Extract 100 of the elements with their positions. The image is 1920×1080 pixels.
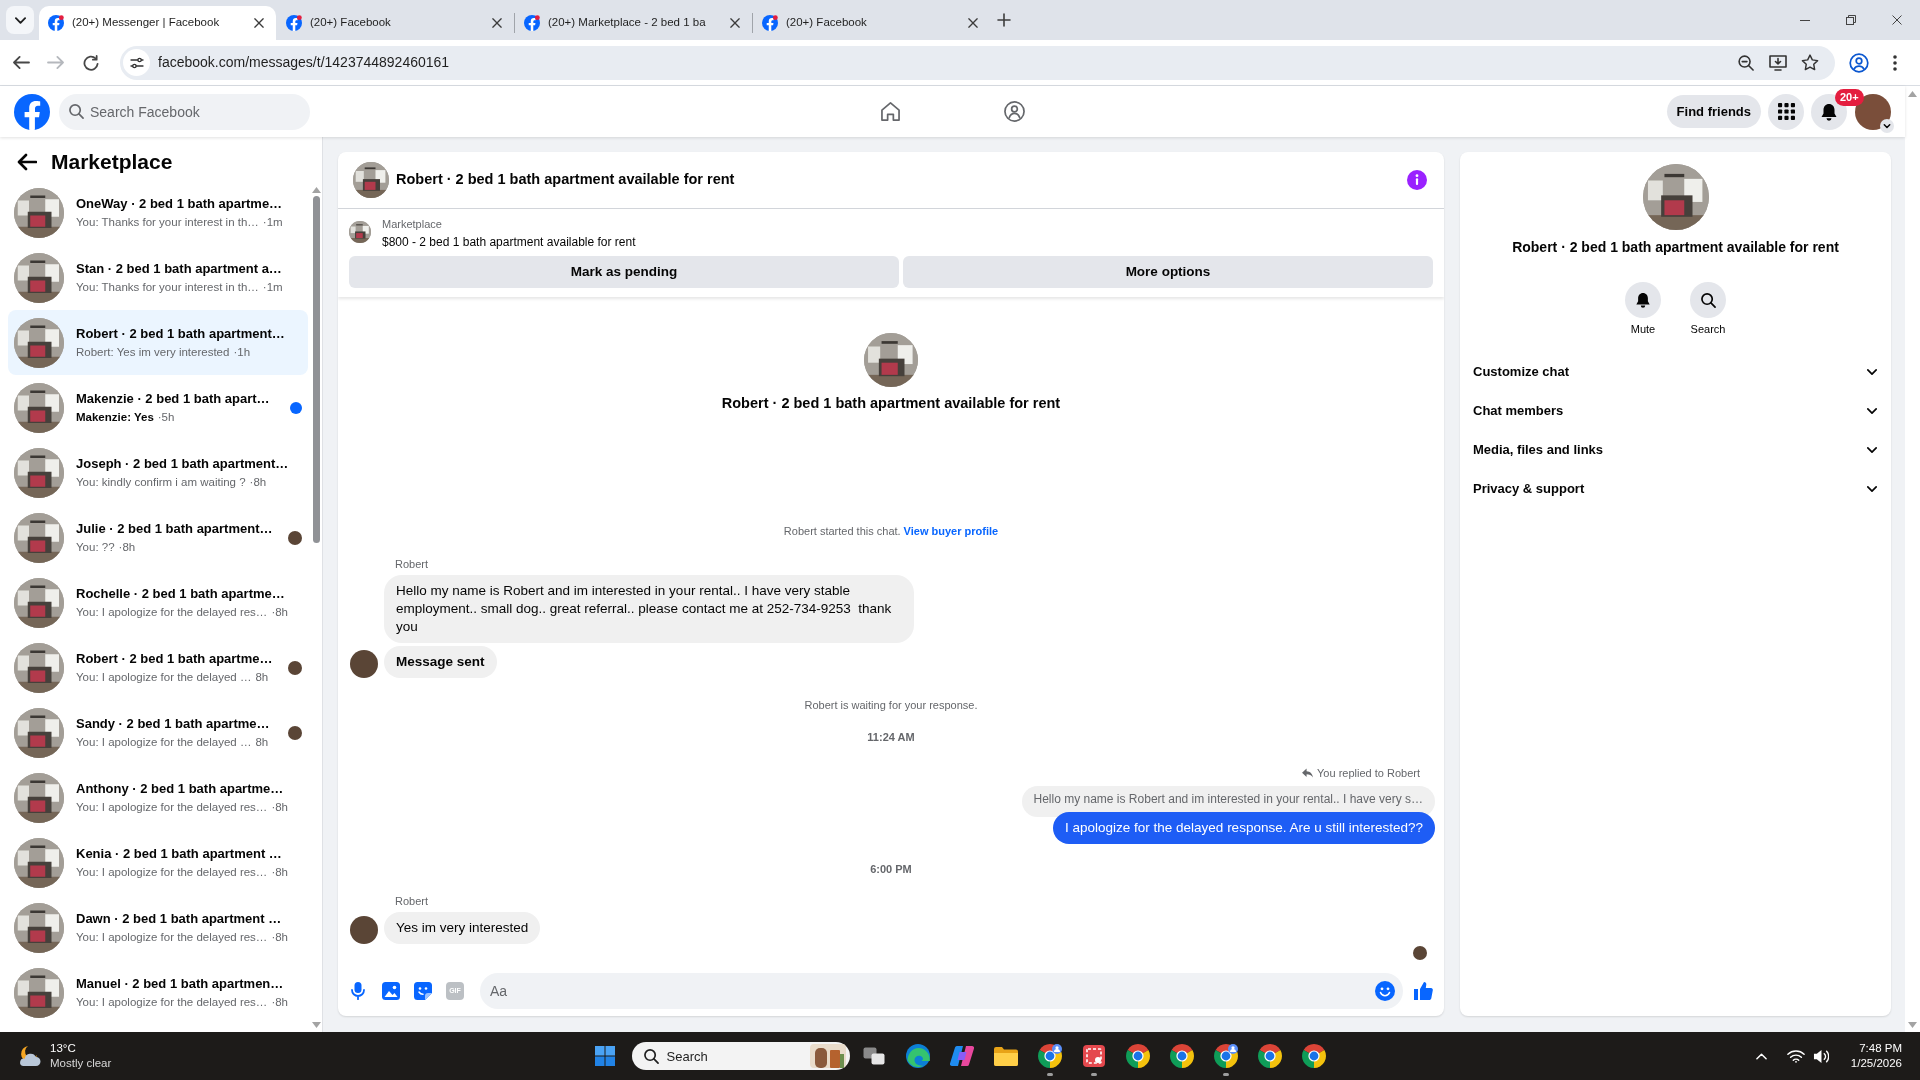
message-preview: You: ?? [76,540,115,555]
find-friends-button[interactable]: Find friends [1666,95,1761,128]
close-icon[interactable] [968,18,978,28]
folder-icon[interactable] [993,1046,1018,1066]
home-icon[interactable] [881,102,900,121]
message-time: 8h [255,735,269,750]
zoom-out-icon[interactable] [1738,54,1754,71]
weather-temperature: 13°C [50,1041,77,1056]
clock-time[interactable]: 7:48 PM [1859,1041,1902,1056]
info-icon[interactable] [1407,170,1427,190]
clock-date[interactable]: 1/25/2026 [1850,1056,1902,1071]
listing-source: Marketplace [382,217,443,231]
message-preview: You: kindly confirm i am waiting ? [76,475,246,490]
site-info-button[interactable] [123,49,150,76]
copilot-icon[interactable] [949,1045,974,1067]
browser-tab[interactable]: (20+) Facebook [277,6,514,40]
message-preview: You: Thanks for your interest in th… [76,280,259,295]
logo-icon[interactable] [14,93,50,130]
message-time: ·8h [249,475,267,490]
task-view-icon[interactable] [862,1047,885,1065]
profile-icon[interactable] [1849,52,1869,73]
wifi-icon[interactable] [1786,1049,1805,1063]
edge-icon[interactable] [905,1044,930,1068]
listing-action-button[interactable]: Mark as pending [349,256,899,288]
scrollbar-thumb[interactable] [312,196,320,543]
thumbs-up-icon[interactable] [1413,980,1433,1001]
chat-title: Robert · 2 bed 1 bath apartment available for rent [396,170,735,190]
chrome-icon[interactable] [1257,1044,1282,1068]
browser-tab[interactable]: (20+) Messenger | Facebook [39,6,276,40]
message-input[interactable]: Aa [480,972,1403,1009]
back-arrow-icon[interactable] [13,55,30,70]
close-icon[interactable] [254,18,264,28]
tray-caret-icon[interactable] [1755,1052,1767,1060]
message-timestamp: 11:24 AM [867,730,915,744]
microphone-icon[interactable] [351,981,365,1000]
listing-photo [353,162,389,198]
details-section-item[interactable]: Media, files and links [1460,430,1891,469]
message-timestamp: 6:00 PM [870,862,912,876]
menu-button[interactable] [1768,93,1804,130]
message-time: ·8h [271,865,288,880]
chrome-icon[interactable] [1125,1044,1150,1068]
details-section-item[interactable]: Customize chat [1460,352,1891,391]
search-highlight-icon [809,1044,846,1068]
browser-tab[interactable]: (20+) Facebook [753,6,990,40]
message-time: ·1m [262,215,283,230]
moon-cloud-icon[interactable] [17,1045,41,1067]
install-app-icon[interactable] [1769,54,1787,71]
minimize-icon[interactable] [1800,19,1810,21]
message-preview: You: I apologize for the delayed … [76,735,252,750]
listing-photo [14,187,64,238]
view-buyer-profile-link[interactable]: View buyer profile [903,525,999,537]
details-section-item[interactable]: Privacy & support [1460,469,1891,508]
close-icon[interactable] [730,18,740,28]
conversation-item[interactable]: Robert · 2 bed 1 bath apartment… Robert: Yes im very interested ·1h [8,310,308,375]
image-icon[interactable] [382,981,400,1000]
conversation-title: Julie · 2 bed 1 bath apartment… [76,520,274,538]
message-preview: Makenzie: Yes [76,410,154,425]
close-icon[interactable] [1892,15,1902,25]
more-options-icon[interactable] [1893,54,1897,71]
chrome-icon[interactable] [1213,1044,1238,1068]
message-preview: You: I apologize for the delayed … [76,670,252,685]
message-time: 8h [255,670,269,685]
bookmark-star-icon[interactable] [1801,54,1819,71]
sender-name: Robert [395,894,429,909]
listing-photo [14,642,64,693]
message-time: ·1m [262,280,283,295]
sticker-icon[interactable] [414,981,432,1000]
browser-tab[interactable]: (20+) Marketplace - 2 bed 1 ba [515,6,752,40]
chrome-icon[interactable] [1301,1044,1326,1068]
chrome-icon[interactable] [1169,1044,1194,1068]
new-tab-plus-icon[interactable] [997,13,1011,27]
chrome-icon[interactable] [1037,1044,1062,1068]
listing-action-button[interactable]: More options [903,256,1433,288]
listing-title: $800 - 2 bed 1 bath apartment available for rent [382,234,636,250]
back-arrow-icon[interactable] [17,153,37,171]
message-time: ·8h [271,930,288,945]
snipping-tool-icon[interactable] [1082,1045,1105,1067]
volume-icon[interactable] [1812,1048,1829,1064]
message-preview: You: I apologize for the delayed res… [76,930,268,945]
smiley-icon[interactable] [1375,980,1395,1001]
details-section-item[interactable]: Chat members [1460,391,1891,430]
tab-favicon-icon [286,15,302,31]
windows-logo-icon[interactable] [594,1046,615,1066]
person-circle-icon[interactable] [1004,101,1025,122]
address-bar[interactable]: facebook.com/messages/t/1423744892460161 [120,45,1835,80]
conversation-title: Joseph · 2 bed 1 bath apartment… [76,455,290,473]
listing-photo [349,221,371,243]
reload-icon[interactable] [83,54,99,71]
message-time: ·5h [157,410,175,425]
listing-photo [864,333,918,387]
restore-icon[interactable] [1846,15,1856,25]
search-button[interactable] [1690,282,1726,318]
tab-search-button[interactable] [6,6,34,34]
mute-button[interactable] [1625,282,1661,318]
tune-icon [129,56,144,69]
listing-photo [14,252,64,303]
close-icon[interactable] [492,18,502,28]
account-chevron-icon[interactable] [1880,118,1894,133]
listing-photo [14,772,64,823]
search-field[interactable]: Search Facebook [59,93,310,130]
